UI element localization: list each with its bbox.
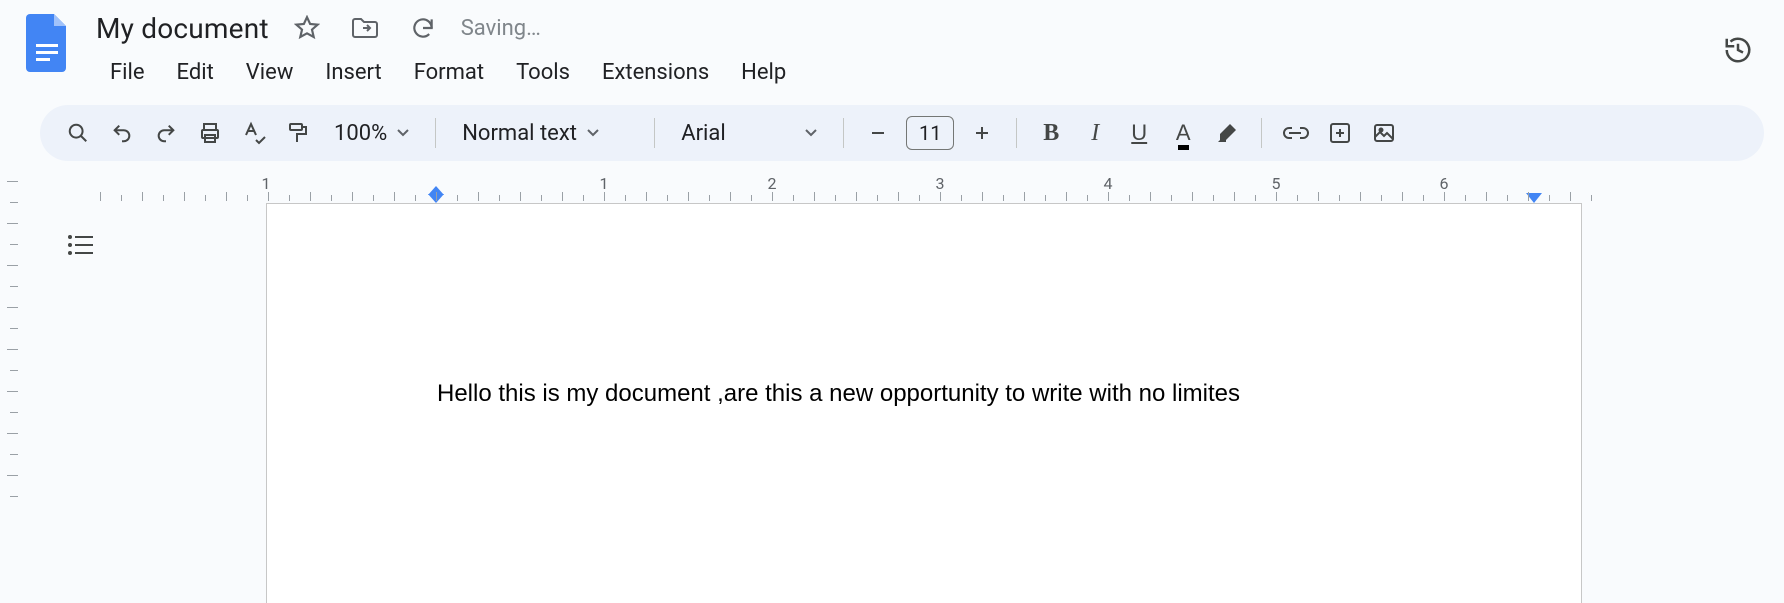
separator [654,118,655,148]
save-status: Saving… [461,16,541,41]
history-icon[interactable] [1718,30,1758,70]
menu-help[interactable]: Help [727,54,800,91]
insert-image-button[interactable] [1364,113,1404,153]
docs-logo[interactable] [22,8,74,78]
menu-insert[interactable]: Insert [311,54,395,91]
separator [1261,118,1262,148]
paint-format-icon[interactable] [278,113,318,153]
menu-file[interactable]: File [96,54,159,91]
decrease-font-size-button[interactable] [858,113,898,153]
zoom-value: 100% [334,121,387,146]
undo-icon[interactable] [102,113,142,153]
menu-tools[interactable]: Tools [502,54,584,91]
ruler-number: 1 [600,174,609,193]
header: My document Saving… File Edit View Inser… [0,0,1784,91]
ruler-number: 2 [768,174,777,193]
ruler-number: 4 [1104,174,1113,193]
toolbar: 100% Normal text Arial 11 B I U A [40,105,1764,161]
show-outline-button[interactable] [58,223,102,267]
text-color-button[interactable]: A [1163,113,1203,153]
ruler-number: 3 [936,174,945,193]
underline-button[interactable]: U [1119,113,1159,153]
paragraph-style-value: Normal text [462,121,577,146]
menu-edit[interactable]: Edit [163,54,228,91]
font-family-value: Arial [681,121,725,146]
workspace: 1 1 2 3 4 5 6 Hello this is my document ,are t… [0,171,1784,541]
ruler-number: 6 [1440,174,1449,193]
header-right [1718,8,1768,70]
vertical-ruler[interactable] [0,171,22,571]
spellcheck-icon[interactable] [234,113,274,153]
move-icon[interactable] [345,8,385,48]
italic-button[interactable]: I [1075,113,1115,153]
separator [843,118,844,148]
star-icon[interactable] [287,8,327,48]
paragraph-style-dropdown[interactable]: Normal text [450,113,640,153]
separator [1016,118,1017,148]
print-icon[interactable] [190,113,230,153]
menu-view[interactable]: View [232,54,308,91]
add-comment-button[interactable] [1320,113,1360,153]
menu-format[interactable]: Format [400,54,498,91]
search-icon[interactable] [58,113,98,153]
ruler-number: 5 [1272,174,1281,193]
document-area: Hello this is my document ,are this a ne… [40,201,1784,541]
horizontal-ruler[interactable]: 1 1 2 3 4 5 6 [40,171,1784,201]
caret-down-icon [805,129,817,137]
caret-down-icon [397,129,409,137]
insert-link-button[interactable] [1276,113,1316,153]
highlight-color-button[interactable] [1207,113,1247,153]
cloud-sync-icon[interactable] [403,8,443,48]
ruler-number: 1 [262,174,271,193]
caret-down-icon [587,129,599,137]
menu-extensions[interactable]: Extensions [588,54,723,91]
menu-bar: File Edit View Insert Format Tools Exten… [96,54,800,91]
document-title[interactable]: My document [96,12,269,45]
document-page[interactable]: Hello this is my document ,are this a ne… [266,203,1582,603]
font-size-group: 11 [858,113,1002,153]
separator [435,118,436,148]
font-family-dropdown[interactable]: Arial [669,113,829,153]
redo-icon[interactable] [146,113,186,153]
document-body-text[interactable]: Hello this is my document ,are this a ne… [437,380,1240,408]
bold-button[interactable]: B [1031,113,1071,153]
increase-font-size-button[interactable] [962,113,1002,153]
font-size-input[interactable]: 11 [906,116,954,150]
title-and-menu: My document Saving… File Edit View Inser… [96,8,800,91]
zoom-dropdown[interactable]: 100% [322,113,421,153]
